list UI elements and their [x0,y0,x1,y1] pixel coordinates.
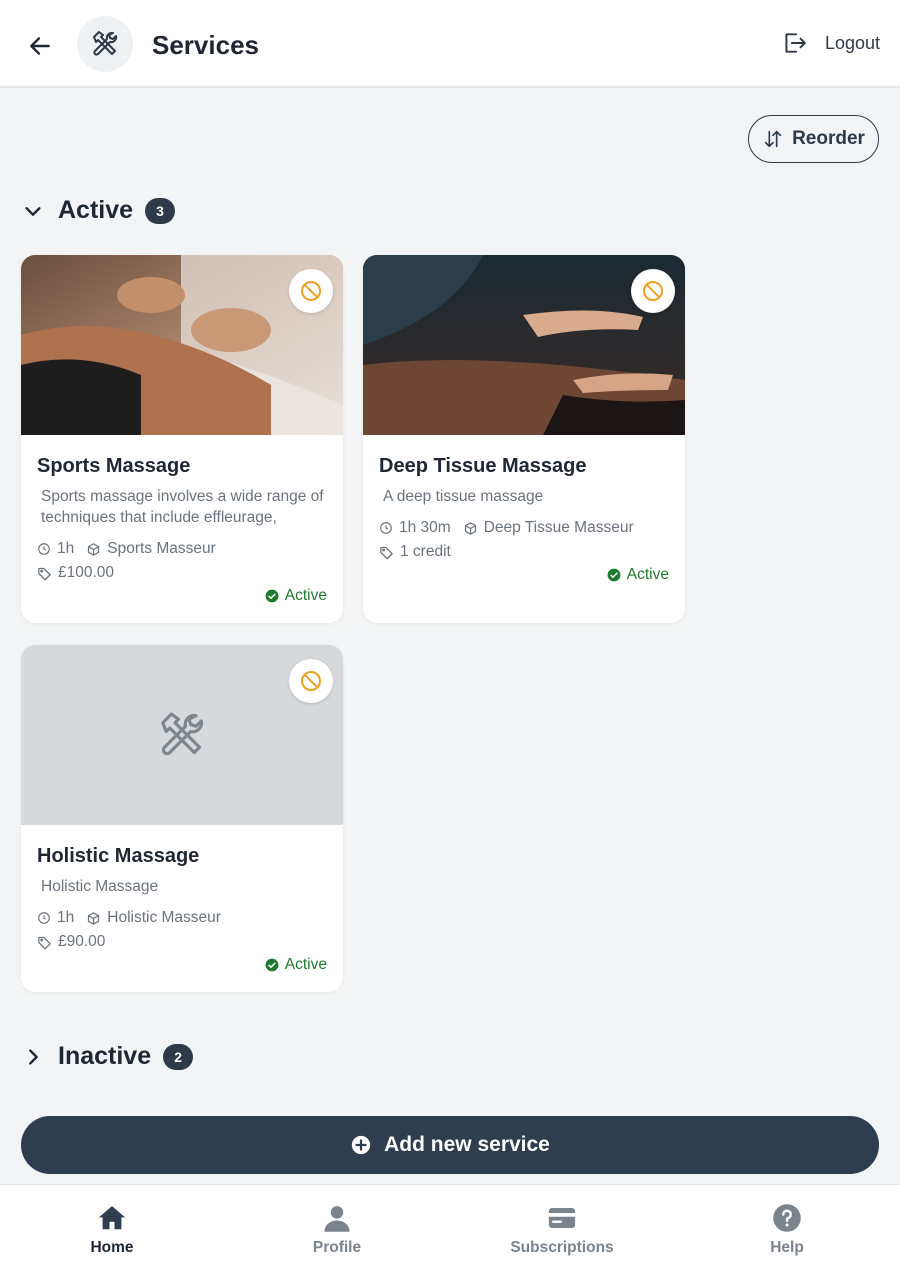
service-duration: 1h 30m [399,519,451,536]
service-name: Sports Massage [37,455,191,477]
check-circle-icon [265,958,279,972]
section-title: Active [58,196,134,224]
sort-arrows-icon [764,130,782,148]
page-title: Services [152,30,259,60]
tools-icon [161,712,204,756]
status-label: Active [284,956,327,973]
nav-label: Home [90,1239,134,1256]
home-icon [98,1206,126,1230]
service-card-deep-tissue-massage[interactable]: Deep Tissue Massage A deep tissue massag… [363,255,685,623]
help-icon [773,1204,801,1232]
service-description: Sports massage involves a wide range of … [41,488,324,526]
reorder-label: Reorder [792,128,865,149]
clock-icon [380,522,392,534]
section-header-active[interactable]: Active 3 [22,196,176,225]
nav-item-help[interactable]: Help [697,1203,877,1257]
ban-icon [643,281,663,301]
plus-circle-icon [351,1135,371,1155]
clock-icon [38,543,50,555]
cube-icon [88,542,100,556]
service-name: Holistic Massage [37,845,200,867]
bottom-nav: Home Profile Subscriptions Help [0,1184,900,1286]
service-description: A deep tissue massage [383,488,544,505]
service-staff: Deep Tissue Masseur [483,519,634,536]
service-duration: 1h [57,540,75,557]
check-circle-icon [607,568,621,582]
cube-icon [88,911,100,925]
service-price: £90.00 [58,933,106,950]
nav-label: Profile [312,1239,362,1256]
clock-icon [38,912,50,924]
deactivate-button[interactable] [631,269,675,313]
status-label: Active [284,587,327,604]
add-new-service-button[interactable]: Add new service [21,1116,879,1174]
service-image-placeholder [21,645,343,825]
logout-button[interactable]: Logout [781,30,880,56]
service-staff: Holistic Masseur [107,909,221,926]
service-duration: 1h [57,909,75,926]
tag-icon [38,567,51,580]
logout-icon [785,33,806,53]
add-new-service-label: Add new service [384,1133,550,1156]
count-badge: 3 [145,197,176,224]
back-button[interactable] [22,28,58,64]
service-name: Deep Tissue Massage [379,455,587,477]
section-header-inactive[interactable]: Inactive 2 [22,1042,194,1071]
service-price: 1 credit [400,543,451,560]
service-photo [21,255,343,435]
service-staff: Sports Masseur [107,540,216,557]
tag-icon [380,546,393,559]
service-description: Holistic Massage [41,878,159,895]
check-circle-icon [265,589,279,603]
nav-item-home[interactable]: Home [22,1203,202,1257]
section-title: Inactive [58,1042,152,1070]
chevron-right-icon [29,1048,38,1065]
ban-icon [301,281,321,301]
service-card-holistic-massage[interactable]: Holistic Massage Holistic Massage 1h Hol… [21,645,343,992]
tag-icon [38,936,51,949]
deactivate-button[interactable] [289,659,333,703]
ban-icon [301,671,321,691]
app-header: Services Logout [0,0,900,88]
services-avatar [77,16,133,72]
nav-item-profile[interactable]: Profile [247,1203,427,1257]
service-price: £100.00 [58,564,115,581]
card-icon [548,1208,576,1228]
tools-icon [93,31,118,56]
nav-label: Subscriptions [510,1239,614,1256]
status-badge: Active [265,587,327,605]
person-icon [324,1206,350,1232]
cube-icon [464,521,476,535]
chevron-down-icon [25,206,41,216]
status-badge: Active [607,566,669,584]
arrow-left-icon [30,37,50,55]
count-badge: 2 [163,1043,194,1070]
deactivate-button[interactable] [289,269,333,313]
nav-label: Help [770,1239,804,1256]
service-photo [363,255,685,435]
nav-item-subscriptions[interactable]: Subscriptions [472,1203,652,1257]
status-label: Active [626,566,669,583]
logout-label: Logout [824,32,880,53]
status-badge: Active [265,956,327,974]
reorder-button[interactable]: Reorder [748,115,879,163]
service-card-sports-massage[interactable]: Sports Massage Sports massage involves a… [21,255,343,623]
